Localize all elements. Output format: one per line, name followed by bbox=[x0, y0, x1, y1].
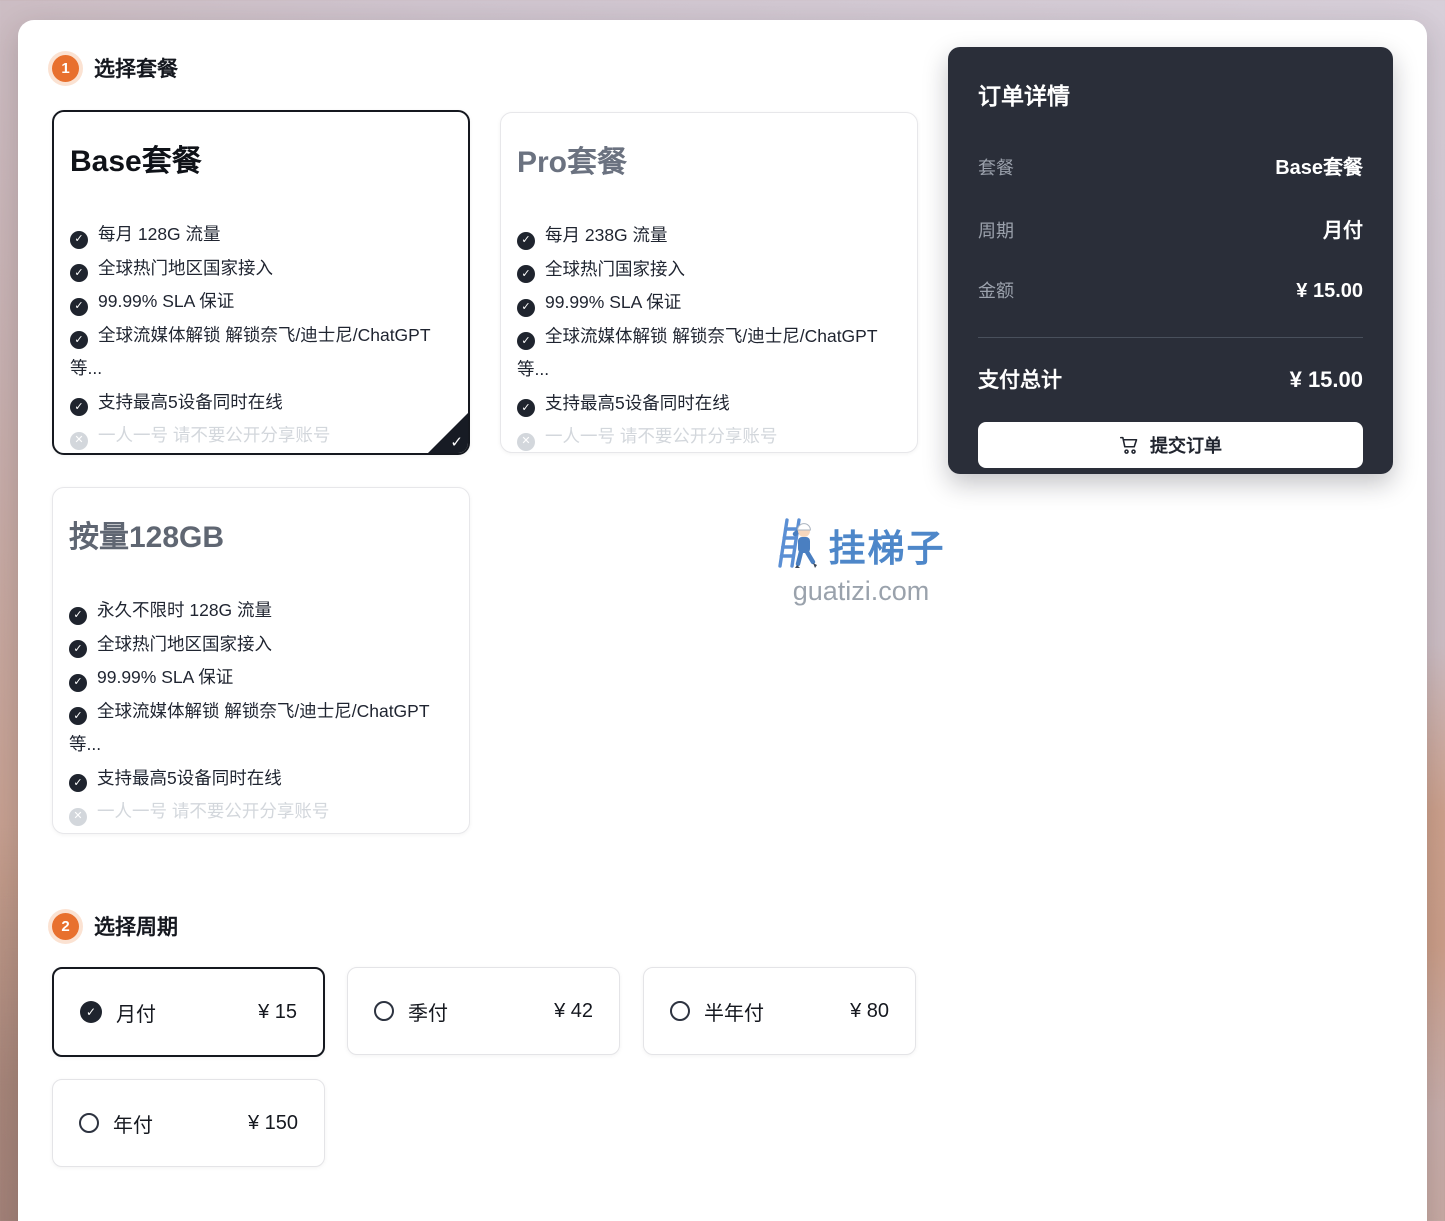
check-icon: ✓ bbox=[70, 230, 88, 249]
choose-period-title: 选择周期 bbox=[94, 916, 178, 939]
plan-feature: ✓ 全球流媒体解锁 解锁奈飞/迪士尼/ChatGPT 等... bbox=[69, 700, 430, 754]
step-2-badge: 2 bbox=[52, 912, 79, 940]
plan-feature: ✓ 每月 128G 流量 bbox=[70, 218, 452, 252]
plan-feature: ✓ 99.99% SLA 保证 bbox=[517, 286, 901, 320]
plan-feature-excluded: ✕ 一人一号 请不要公开分享账号 bbox=[517, 420, 901, 452]
order-total-label: 支付总计 bbox=[978, 369, 1062, 392]
order-total-row: 支付总计 ¥ 15.00 bbox=[978, 364, 1363, 394]
order-row-period: 周期 月付 bbox=[978, 214, 1363, 243]
check-icon: ✓ bbox=[69, 707, 87, 725]
period-option-monthly[interactable]: ✓ 月付 ¥ 15 bbox=[52, 967, 325, 1057]
submit-order-button[interactable]: 提交订单 bbox=[978, 422, 1363, 468]
ladder-worker-icon bbox=[777, 518, 817, 568]
order-row-plan: 套餐 Base套餐 bbox=[978, 151, 1363, 180]
order-row-value: 月付 bbox=[1323, 220, 1363, 242]
choose-plan-title: 选择套餐 bbox=[94, 58, 178, 81]
order-row-label: 周期 bbox=[978, 221, 1014, 241]
order-row-value: ¥ 15.00 bbox=[1296, 280, 1363, 302]
plan-feature: ✓ 全球热门地区国家接入 bbox=[69, 628, 453, 662]
check-icon: ✓ bbox=[70, 398, 88, 416]
order-summary-title: 订单详情 bbox=[978, 83, 1070, 109]
order-row-value: Base套餐 bbox=[1275, 157, 1363, 179]
plan-feature: ✓ 每月 238G 流量 bbox=[517, 219, 901, 253]
check-icon: ✓ bbox=[517, 298, 535, 317]
order-row-label: 金额 bbox=[978, 281, 1014, 301]
main-panel: 1 选择套餐 Base套餐 ✓ 每月 128G 流量 ✓ 全球热门地区国家接入 ✓ 9… bbox=[18, 20, 1427, 1221]
selected-check-icon: ✓ bbox=[450, 434, 463, 451]
period-option-yearly[interactable]: 年付 ¥ 150 bbox=[52, 1079, 325, 1167]
submit-order-label: 提交订单 bbox=[1150, 436, 1222, 456]
check-icon: ✓ bbox=[517, 332, 535, 350]
period-price: ¥ 42 bbox=[554, 999, 593, 1022]
plan-card-base[interactable]: Base套餐 ✓ 每月 128G 流量 ✓ 全球热门地区国家接入 ✓ 99.99% S… bbox=[52, 110, 470, 455]
period-label: 半年付 bbox=[704, 1002, 764, 1025]
plan-feature: ✓ 支持最高5设备同时在线 bbox=[517, 387, 901, 421]
check-icon: ✓ bbox=[70, 297, 88, 316]
radio-checked-icon: ✓ bbox=[80, 1001, 102, 1023]
radio-unchecked-icon bbox=[670, 1001, 690, 1021]
check-icon: ✓ bbox=[517, 265, 535, 283]
cross-icon: ✕ bbox=[70, 431, 88, 450]
period-price: ¥ 80 bbox=[850, 999, 889, 1022]
period-label: 月付 bbox=[116, 1003, 156, 1026]
plan-card-pro[interactable]: Pro套餐 ✓ 每月 238G 流量 ✓ 全球热门国家接入 ✓ 99.99% SLA … bbox=[500, 112, 918, 453]
check-icon: ✓ bbox=[70, 331, 88, 349]
plan-feature: ✓ 全球热门地区国家接入 bbox=[70, 252, 452, 286]
order-divider bbox=[978, 337, 1363, 338]
period-option-quarterly[interactable]: 季付 ¥ 42 bbox=[347, 967, 620, 1055]
plan-feature: ✓ 永久不限时 128G 流量 bbox=[69, 594, 453, 628]
cross-icon: ✕ bbox=[517, 432, 535, 451]
plan-feature: ✓ 支持最高5设备同时在线 bbox=[70, 386, 452, 420]
cart-icon bbox=[1119, 436, 1138, 454]
radio-unchecked-icon bbox=[79, 1113, 99, 1133]
period-price: ¥ 150 bbox=[247, 1111, 298, 1134]
period-option-half-yearly[interactable]: 半年付 ¥ 80 bbox=[643, 967, 916, 1055]
plan-card-metered-128gb[interactable]: 按量128GB ✓ 永久不限时 128G 流量 ✓ 全球热门地区国家接入 ✓ 99.9… bbox=[52, 487, 470, 834]
plan-feature: ✓ 99.99% SLA 保证 bbox=[70, 285, 452, 319]
check-icon: ✓ bbox=[69, 774, 87, 792]
watermark-brand-text: 挂梯子 bbox=[828, 528, 946, 569]
check-icon: ✓ bbox=[69, 673, 87, 692]
cross-icon: ✕ bbox=[69, 807, 87, 826]
check-icon: ✓ bbox=[517, 399, 535, 417]
check-icon: ✓ bbox=[70, 264, 88, 282]
plan-title: 按量128GB bbox=[69, 521, 225, 554]
plan-feature-excluded: ✕ 一人一号 请不要公开分享账号 bbox=[70, 419, 452, 453]
site-watermark: 挂梯子 guatizi.com bbox=[766, 516, 956, 607]
order-summary-panel: 订单详情 套餐 Base套餐 周期 月付 金额 ¥ 15.00 支付总计 ¥ 1… bbox=[948, 47, 1393, 474]
order-total-value: ¥ 15.00 bbox=[1289, 367, 1363, 392]
check-icon: ✓ bbox=[69, 640, 87, 658]
plan-title: Pro套餐 bbox=[517, 146, 628, 179]
choose-period-header: 2 选择周期 bbox=[52, 911, 178, 941]
period-price: ¥ 15 bbox=[258, 1000, 297, 1023]
check-icon: ✓ bbox=[517, 231, 535, 250]
period-label: 年付 bbox=[113, 1114, 153, 1137]
plan-feature-excluded: ✕ 一人一号 请不要公开分享账号 bbox=[69, 795, 453, 829]
step-1-badge: 1 bbox=[52, 54, 79, 82]
plan-title: Base套餐 bbox=[70, 145, 202, 178]
choose-plan-header: 1 选择套餐 bbox=[52, 53, 178, 83]
check-icon: ✓ bbox=[69, 606, 87, 625]
plan-feature: ✓ 99.99% SLA 保证 bbox=[69, 661, 453, 695]
order-row-label: 套餐 bbox=[978, 158, 1014, 178]
watermark-domain-text: guatizi.com bbox=[792, 576, 930, 606]
order-row-amount: 金额 ¥ 15.00 bbox=[978, 277, 1363, 303]
plan-feature: ✓ 全球热门国家接入 bbox=[517, 253, 901, 287]
period-label: 季付 bbox=[408, 1002, 448, 1025]
radio-unchecked-icon bbox=[374, 1001, 394, 1021]
plan-feature: ✓ 全球流媒体解锁 解锁奈飞/迪士尼/ChatGPT 等... bbox=[70, 324, 431, 378]
plan-feature: ✓ 全球流媒体解锁 解锁奈飞/迪士尼/ChatGPT 等... bbox=[517, 325, 878, 379]
plan-feature: ✓ 支持最高5设备同时在线 bbox=[69, 762, 453, 796]
